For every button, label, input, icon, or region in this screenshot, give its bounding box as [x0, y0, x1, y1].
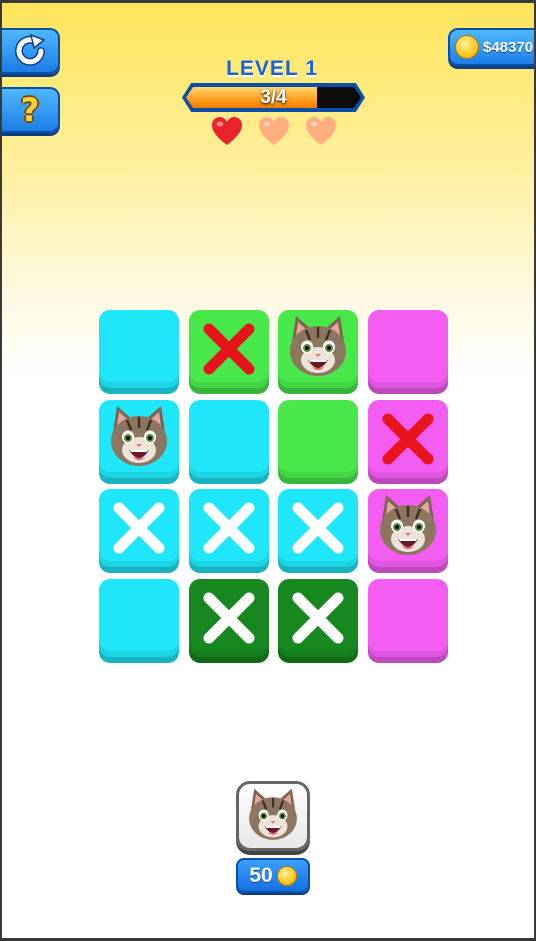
coin-icon — [455, 35, 479, 59]
progress-text: 3/4 — [260, 87, 287, 108]
game-board — [99, 310, 449, 670]
board-cell[interactable] — [367, 399, 448, 484]
cat-face-icon — [111, 405, 167, 466]
restart-icon — [15, 33, 46, 66]
board-cell[interactable] — [278, 310, 358, 394]
red-x-mark-icon — [203, 323, 254, 375]
board-cell[interactable] — [367, 489, 448, 573]
board-cell[interactable] — [278, 489, 358, 573]
game-screen: ? $48370 LEVEL 1 3/4 50 — [2, 3, 534, 938]
restart-button[interactable] — [2, 28, 60, 74]
cat-face-icon — [249, 788, 297, 840]
cat-face-icon — [290, 316, 346, 376]
white-x-mark-icon — [113, 502, 165, 554]
red-x-mark-icon — [382, 413, 433, 464]
powerup-price: 50 — [236, 858, 310, 893]
level-title: LEVEL 1 — [226, 57, 318, 80]
heart-empty-icon — [257, 115, 291, 149]
white-x-mark-icon — [203, 592, 254, 643]
board-cell[interactable] — [367, 310, 448, 394]
question-mark-icon: ? — [20, 91, 40, 129]
lives — [210, 115, 340, 149]
white-x-mark-icon — [292, 502, 344, 554]
board-cell[interactable] — [99, 399, 179, 484]
coin-balance-value: $48370 — [483, 38, 534, 56]
board-cell[interactable] — [188, 399, 269, 484]
coin-icon — [276, 865, 297, 886]
board-cell[interactable] — [188, 310, 269, 394]
heart-full-icon — [210, 115, 244, 149]
board-cell[interactable] — [367, 578, 448, 663]
powerup-price-value: 50 — [249, 863, 273, 887]
cat-powerup-button[interactable] — [236, 781, 310, 851]
board-cell[interactable] — [99, 489, 179, 573]
board-cell[interactable] — [99, 578, 179, 663]
level-progress-bar: 3/4 — [182, 83, 365, 112]
heart-empty-icon — [304, 115, 338, 149]
board-cell[interactable] — [278, 399, 358, 484]
board-cell[interactable] — [278, 578, 358, 663]
board-cell[interactable] — [99, 310, 179, 394]
white-x-mark-icon — [292, 592, 344, 643]
coin-balance: $48370 — [448, 28, 534, 66]
white-x-mark-icon — [203, 502, 254, 554]
board-cell[interactable] — [188, 578, 269, 663]
help-button[interactable]: ? — [2, 87, 60, 133]
cat-face-icon — [379, 495, 436, 555]
board-cell[interactable] — [188, 489, 269, 573]
